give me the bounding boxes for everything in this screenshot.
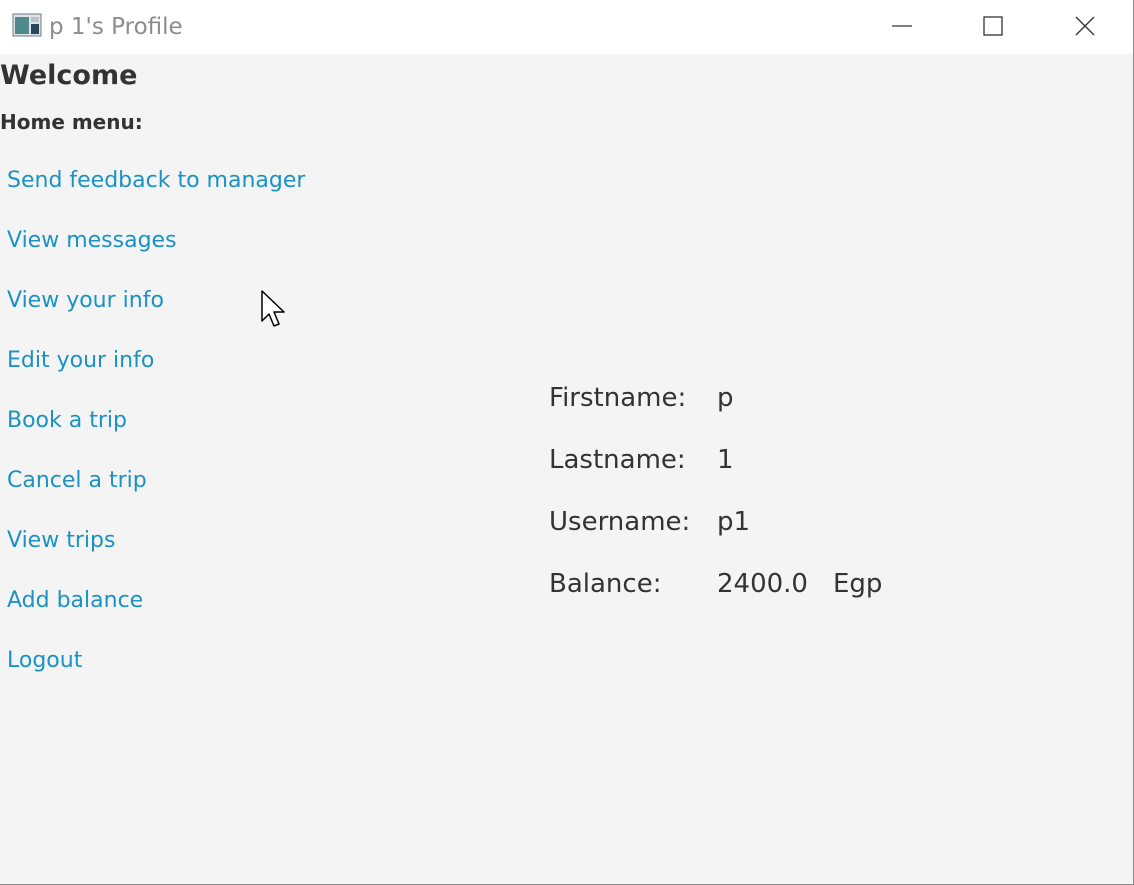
menu-link-view-trips[interactable]: View trips bbox=[7, 527, 115, 555]
menu-link-view-info[interactable]: View your info bbox=[7, 287, 164, 315]
balance-unit: Egp bbox=[833, 569, 883, 599]
minimize-button[interactable] bbox=[856, 0, 948, 52]
menu-link-book-trip[interactable]: Book a trip bbox=[7, 407, 127, 435]
balance-value: 2400.0 bbox=[717, 569, 808, 599]
username-label: Username: bbox=[549, 507, 691, 537]
username-value: p1 bbox=[717, 507, 751, 537]
java-app-icon bbox=[12, 13, 42, 37]
home-menu-label: Home menu: bbox=[0, 110, 143, 134]
menu-link-cancel-trip[interactable]: Cancel a trip bbox=[7, 467, 147, 495]
maximize-button[interactable] bbox=[947, 0, 1039, 52]
menu-link-send-feedback[interactable]: Send feedback to manager bbox=[7, 167, 305, 195]
profile-content: Welcome Home menu: Send feedback to mana… bbox=[0, 54, 1133, 884]
menu-link-view-messages[interactable]: View messages bbox=[7, 227, 177, 255]
lastname-value: 1 bbox=[717, 445, 734, 475]
firstname-label: Firstname: bbox=[549, 383, 687, 413]
mouse-cursor-icon bbox=[261, 290, 285, 327]
profile-window: p 1's Profile Welcome Home menu: Send fe… bbox=[0, 0, 1134, 885]
welcome-heading: Welcome bbox=[0, 60, 138, 91]
balance-label: Balance: bbox=[549, 569, 662, 599]
menu-link-add-balance[interactable]: Add balance bbox=[7, 587, 143, 615]
menu-link-edit-info[interactable]: Edit your info bbox=[7, 347, 154, 375]
close-button[interactable] bbox=[1039, 0, 1131, 52]
minimize-icon bbox=[892, 25, 912, 27]
title-bar[interactable]: p 1's Profile bbox=[0, 0, 1133, 54]
maximize-icon bbox=[983, 16, 1003, 36]
lastname-label: Lastname: bbox=[549, 445, 686, 475]
close-icon bbox=[1075, 16, 1095, 36]
firstname-value: p bbox=[717, 383, 734, 413]
window-title: p 1's Profile bbox=[49, 14, 183, 40]
menu-link-logout[interactable]: Logout bbox=[7, 647, 82, 675]
